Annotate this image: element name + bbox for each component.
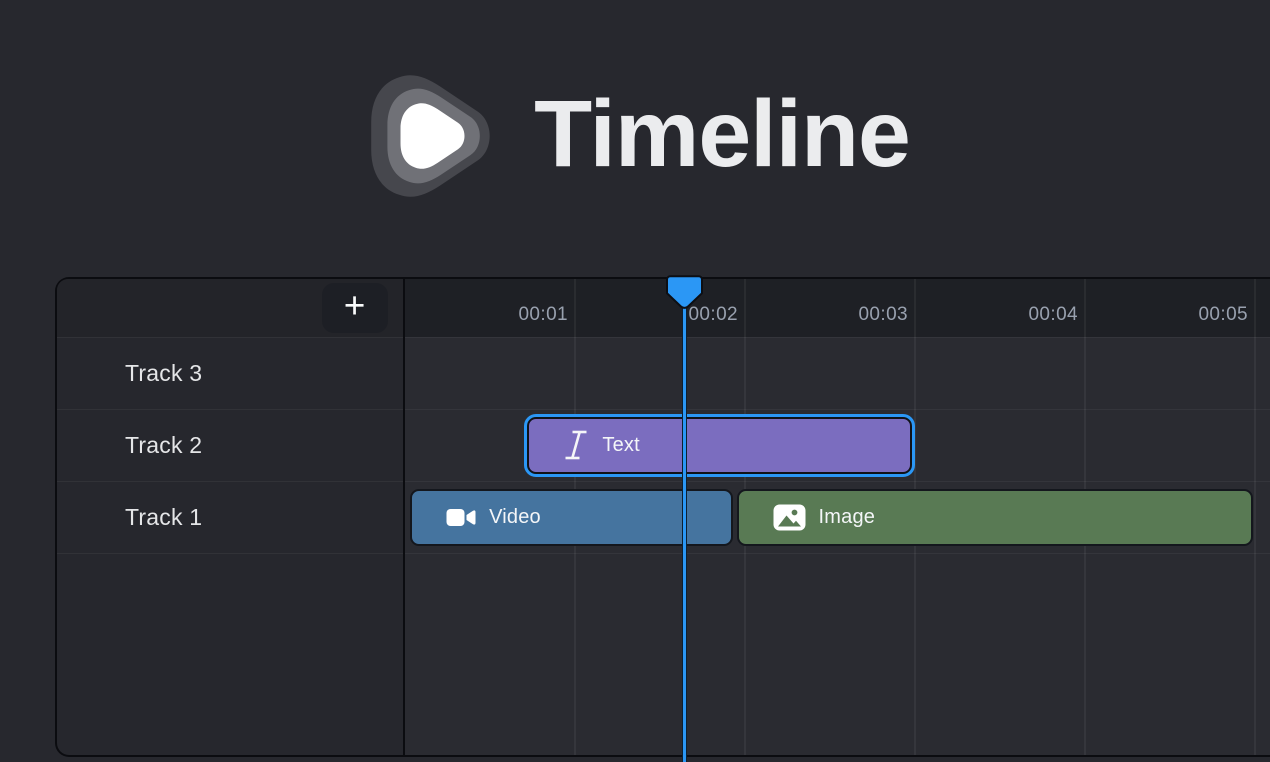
timeline-panel: + Track 3Track 2Track 1 TextVideoImage 0… xyxy=(55,277,1270,757)
clip-label: Image xyxy=(819,506,876,529)
video-camera-icon xyxy=(446,506,476,529)
clip-label: Text xyxy=(602,434,639,457)
app-header: Timeline xyxy=(0,62,1270,206)
ruler-time-label: 00:01 xyxy=(478,279,568,337)
clips-layer: Text Video Image xyxy=(57,279,1270,755)
app-background: { "header": { "title": "Timeline", "logo… xyxy=(0,0,1270,760)
italic-text-icon xyxy=(563,428,589,462)
page-title: Timeline xyxy=(534,87,910,182)
clip-text[interactable]: Text xyxy=(527,417,911,474)
ruler-time-label: 00:03 xyxy=(818,279,908,337)
column-divider xyxy=(403,279,406,755)
ruler-time-label: 00:04 xyxy=(988,279,1078,337)
play-logo-icon xyxy=(360,66,500,206)
clip-label: Video xyxy=(489,506,541,529)
image-icon xyxy=(773,504,806,531)
ruler-time-label: 00:05 xyxy=(1158,279,1248,337)
playhead-line xyxy=(682,305,687,762)
clip-image[interactable]: Image xyxy=(737,489,1254,546)
playhead-marker-icon[interactable] xyxy=(666,275,703,310)
